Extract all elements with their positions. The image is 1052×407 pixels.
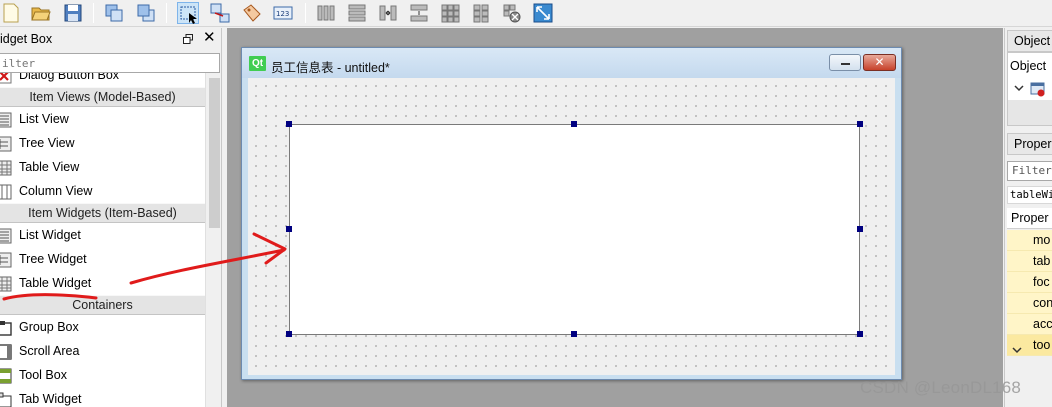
widget-list: Dialog Button Box Item Views (Model-Base… bbox=[0, 73, 205, 407]
close-window-button[interactable]: ✕ bbox=[863, 54, 896, 71]
widget-item-scroll-area[interactable]: Scroll Area bbox=[0, 341, 205, 363]
send-to-back-icon[interactable] bbox=[135, 2, 157, 24]
property-column-header: Proper bbox=[1007, 208, 1052, 229]
widget-box-scrollbar[interactable] bbox=[205, 73, 221, 407]
layout-grid-icon[interactable] bbox=[439, 2, 461, 24]
chevron-down-icon[interactable] bbox=[1012, 341, 1022, 361]
object-inspector-tree[interactable]: Object bbox=[1007, 52, 1052, 126]
edit-widgets-icon[interactable] bbox=[177, 2, 199, 24]
object-tree-row[interactable] bbox=[1008, 80, 1052, 100]
list-widget-icon bbox=[0, 228, 12, 244]
property-group-label: too bbox=[1033, 338, 1051, 352]
scroll-area-icon bbox=[0, 344, 12, 360]
object-tree-selection bbox=[1008, 100, 1052, 125]
widget-item-tool-box[interactable]: Tool Box bbox=[0, 365, 205, 387]
widget-item-column-view[interactable]: Column View bbox=[0, 181, 205, 203]
object-column-header: Object bbox=[1010, 59, 1047, 73]
resize-handle-top[interactable] bbox=[571, 121, 577, 127]
widget-item-list-view[interactable]: List View bbox=[0, 109, 205, 131]
layout-vertical-icon[interactable] bbox=[346, 2, 368, 24]
property-class-label: tableWi bbox=[1007, 186, 1052, 204]
widget-item-tree-view[interactable]: Tree View bbox=[0, 133, 205, 155]
svg-text:123: 123 bbox=[276, 10, 289, 18]
adjust-size-icon[interactable] bbox=[532, 2, 554, 24]
table-view-icon bbox=[0, 160, 12, 176]
toolbar-separator bbox=[305, 3, 306, 23]
layout-v-splitter-icon[interactable] bbox=[408, 2, 430, 24]
widget-item-table-view[interactable]: Table View bbox=[0, 157, 205, 179]
new-file-icon[interactable] bbox=[0, 2, 22, 24]
property-row[interactable]: tab bbox=[1007, 251, 1052, 272]
main-toolbar: 123 bbox=[0, 0, 1052, 27]
widget-category-item-widgets[interactable]: Item Widgets (Item-Based) bbox=[0, 203, 205, 223]
property-filter-input[interactable]: Filter bbox=[1007, 161, 1052, 181]
resize-handle-right[interactable] bbox=[857, 226, 863, 232]
chevron-down-icon[interactable] bbox=[1014, 82, 1024, 96]
toolbar-separator bbox=[93, 3, 94, 23]
open-folder-icon[interactable] bbox=[30, 2, 52, 24]
tree-view-icon bbox=[0, 136, 12, 152]
widget-item-list-widget[interactable]: List Widget bbox=[0, 225, 205, 247]
resize-handle-top-left[interactable] bbox=[286, 121, 292, 127]
edit-buddies-icon[interactable] bbox=[241, 2, 263, 24]
property-row[interactable]: foc bbox=[1007, 272, 1052, 293]
widget-item-tree-widget[interactable]: Tree Widget bbox=[0, 249, 205, 271]
widget-item-tab-widget[interactable]: Tab Widget bbox=[0, 389, 205, 407]
widget-category-item-views[interactable]: Item Views (Model-Based) bbox=[0, 87, 205, 107]
widget-box-title: idget Box bbox=[0, 32, 53, 46]
resize-handle-top-right[interactable] bbox=[857, 121, 863, 127]
save-icon[interactable] bbox=[62, 2, 84, 24]
column-view-icon bbox=[0, 184, 12, 200]
tree-widget-icon bbox=[0, 252, 12, 268]
resize-handle-bottom[interactable] bbox=[571, 331, 577, 337]
layout-h-splitter-icon[interactable] bbox=[377, 2, 399, 24]
property-row[interactable]: mo bbox=[1007, 230, 1052, 251]
dialog-button-box-icon bbox=[0, 73, 12, 84]
float-dock-icon[interactable] bbox=[183, 33, 193, 44]
list-view-icon bbox=[0, 112, 12, 128]
scrollbar-thumb[interactable] bbox=[209, 78, 220, 228]
widget-item-dialog-button-box[interactable]: Dialog Button Box bbox=[0, 73, 205, 87]
toolbar-separator bbox=[166, 3, 167, 23]
tool-box-icon bbox=[0, 368, 12, 384]
layout-horizontal-icon[interactable] bbox=[315, 2, 337, 24]
resize-handle-bottom-left[interactable] bbox=[286, 331, 292, 337]
widget-item-group-box[interactable]: Group Box bbox=[0, 317, 205, 339]
bring-to-front-icon[interactable] bbox=[103, 2, 125, 24]
widget-item-table-widget[interactable]: Table Widget bbox=[0, 273, 205, 295]
group-box-icon bbox=[0, 320, 12, 336]
qt-logo-icon: Qt bbox=[249, 56, 266, 71]
layout-form-icon[interactable] bbox=[470, 2, 492, 24]
break-layout-icon[interactable] bbox=[501, 2, 523, 24]
property-group-row[interactable]: too bbox=[1007, 335, 1052, 356]
right-dock-area: Object Object Proper Filter tableWi Prop… bbox=[1004, 28, 1052, 407]
form-window-titlebar[interactable]: Qt 员工信息表 - untitled* ✕ bbox=[242, 48, 901, 78]
widget-filter-input[interactable] bbox=[0, 53, 220, 73]
form-window-title: 员工信息表 - untitled* bbox=[271, 61, 390, 75]
resize-handle-bottom-right[interactable] bbox=[857, 331, 863, 337]
object-inspector-title: Object bbox=[1007, 30, 1052, 52]
property-editor-title: Proper bbox=[1007, 133, 1052, 155]
table-widget[interactable] bbox=[289, 124, 860, 335]
property-row[interactable]: con bbox=[1007, 293, 1052, 314]
minimize-button[interactable] bbox=[829, 54, 861, 71]
form-object-icon bbox=[1030, 81, 1046, 100]
widget-box-dock: idget Box ✕ Dialog Button Box Item Views… bbox=[0, 28, 222, 407]
tab-widget-icon bbox=[0, 392, 12, 407]
edit-signals-slots-icon[interactable] bbox=[209, 2, 231, 24]
watermark: CSDN @LeonDL168 bbox=[860, 378, 1022, 397]
edit-tab-order-icon[interactable]: 123 bbox=[272, 2, 294, 24]
widget-category-containers[interactable]: Containers bbox=[0, 295, 205, 315]
table-widget-icon bbox=[0, 276, 12, 292]
resize-handle-left[interactable] bbox=[286, 226, 292, 232]
close-dock-icon[interactable]: ✕ bbox=[203, 29, 216, 47]
property-row[interactable]: acc bbox=[1007, 314, 1052, 335]
